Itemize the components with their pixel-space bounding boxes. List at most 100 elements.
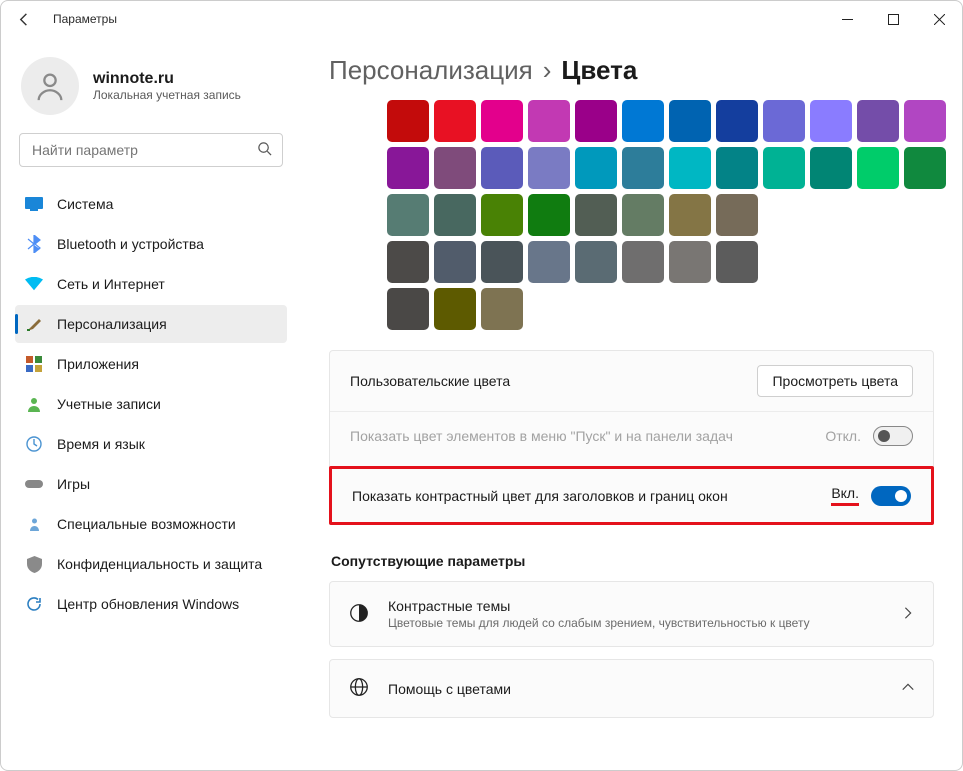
color-swatch[interactable]	[434, 147, 476, 189]
sidebar-item-label: Персонализация	[57, 316, 167, 332]
system-icon	[25, 195, 43, 213]
sidebar-item-label: Время и язык	[57, 436, 145, 452]
color-swatch[interactable]	[434, 194, 476, 236]
sidebar-item-label: Сеть и Интернет	[57, 276, 165, 292]
sidebar-item-windows-update[interactable]: Центр обновления Windows	[15, 585, 287, 623]
color-swatch[interactable]	[763, 147, 805, 189]
color-swatch[interactable]	[481, 100, 523, 142]
back-button[interactable]	[15, 10, 33, 28]
sidebar-item-person-arrows[interactable]: Специальные возможности	[15, 505, 287, 543]
titlebar-color-toggle[interactable]	[871, 486, 911, 506]
color-swatch[interactable]	[387, 241, 429, 283]
color-swatch[interactable]	[575, 100, 617, 142]
user-icon	[25, 395, 43, 413]
color-swatch[interactable]	[481, 241, 523, 283]
highlighted-setting: Показать контрастный цвет для заголовков…	[329, 466, 934, 525]
titlebar-color-label: Показать контрастный цвет для заголовков…	[352, 488, 815, 504]
nav: Система Bluetooth и устройства Сеть и Инте…	[15, 185, 287, 623]
person-arrows-icon	[25, 515, 43, 533]
breadcrumb-current: Цвета	[561, 55, 637, 86]
titlebar: Параметры	[1, 1, 962, 37]
help-colors-card[interactable]: Помощь с цветами	[329, 659, 934, 718]
color-swatch[interactable]	[528, 241, 570, 283]
user-card[interactable]: winnote.ru Локальная учетная запись	[15, 53, 287, 133]
chevron-up-icon	[901, 680, 915, 697]
color-swatch[interactable]	[716, 194, 758, 236]
color-swatch[interactable]	[904, 147, 946, 189]
contrast-title: Контрастные темы	[388, 598, 883, 614]
search-input[interactable]	[20, 142, 282, 158]
search-box[interactable]	[19, 133, 283, 167]
color-swatch[interactable]	[434, 100, 476, 142]
sidebar-item-label: Приложения	[57, 356, 139, 372]
minimize-button[interactable]	[824, 1, 870, 37]
sidebar-item-label: Система	[57, 196, 113, 212]
help-title: Помощь с цветами	[388, 681, 883, 697]
shield-icon	[25, 555, 43, 573]
color-swatch[interactable]	[528, 147, 570, 189]
color-swatch[interactable]	[481, 147, 523, 189]
color-swatch[interactable]	[716, 147, 758, 189]
sidebar-item-wifi[interactable]: Сеть и Интернет	[15, 265, 287, 303]
sidebar-item-brush[interactable]: Персонализация	[15, 305, 287, 343]
custom-colors-row: Пользовательские цвета Просмотреть цвета	[330, 351, 933, 411]
contrast-icon	[348, 602, 370, 627]
breadcrumb-parent[interactable]: Персонализация	[329, 55, 533, 86]
color-swatch[interactable]	[622, 194, 664, 236]
brush-icon	[25, 315, 43, 333]
sidebar-item-gamepad[interactable]: Игры	[15, 465, 287, 503]
sidebar-item-label: Bluetooth и устройства	[57, 236, 204, 252]
chevron-right-icon: ›	[543, 55, 552, 86]
color-swatch[interactable]	[904, 100, 946, 142]
contrast-themes-card[interactable]: Контрастные темы Цветовые темы для людей…	[329, 581, 934, 647]
window-controls	[824, 1, 962, 37]
sidebar-item-label: Специальные возможности	[57, 516, 236, 532]
color-swatch[interactable]	[622, 241, 664, 283]
color-swatch[interactable]	[387, 100, 429, 142]
sidebar-item-globe-clock[interactable]: Время и язык	[15, 425, 287, 463]
sidebar: winnote.ru Локальная учетная запись Сист…	[1, 37, 301, 770]
maximize-button[interactable]	[870, 1, 916, 37]
color-swatch[interactable]	[528, 194, 570, 236]
color-swatch[interactable]	[387, 147, 429, 189]
color-swatch[interactable]	[857, 100, 899, 142]
sidebar-item-apps[interactable]: Приложения	[15, 345, 287, 383]
color-swatch[interactable]	[622, 100, 664, 142]
windows-update-icon	[25, 595, 43, 613]
color-swatch[interactable]	[669, 241, 711, 283]
close-button[interactable]	[916, 1, 962, 37]
breadcrumb: Персонализация › Цвета	[329, 55, 934, 86]
color-swatch[interactable]	[716, 100, 758, 142]
color-swatch[interactable]	[575, 194, 617, 236]
gamepad-icon	[25, 475, 43, 493]
color-swatch[interactable]	[669, 147, 711, 189]
color-swatch[interactable]	[810, 147, 852, 189]
color-swatch[interactable]	[810, 100, 852, 142]
color-swatch[interactable]	[434, 288, 476, 330]
color-swatch[interactable]	[481, 194, 523, 236]
color-swatch[interactable]	[528, 100, 570, 142]
color-swatch[interactable]	[481, 288, 523, 330]
color-swatch[interactable]	[387, 288, 429, 330]
color-swatch[interactable]	[669, 100, 711, 142]
sidebar-item-bluetooth[interactable]: Bluetooth и устройства	[15, 225, 287, 263]
color-swatch[interactable]	[575, 241, 617, 283]
user-subtitle: Локальная учетная запись	[93, 88, 241, 102]
color-swatch[interactable]	[716, 241, 758, 283]
color-swatch[interactable]	[622, 147, 664, 189]
sidebar-item-user[interactable]: Учетные записи	[15, 385, 287, 423]
color-swatch[interactable]	[434, 241, 476, 283]
chevron-right-icon	[901, 606, 915, 623]
globe-icon	[348, 676, 370, 701]
view-colors-button[interactable]: Просмотреть цвета	[757, 365, 913, 397]
sidebar-item-shield[interactable]: Конфиденциальность и защита	[15, 545, 287, 583]
color-swatch[interactable]	[669, 194, 711, 236]
color-swatch[interactable]	[763, 100, 805, 142]
color-swatch[interactable]	[575, 147, 617, 189]
color-settings-block: Пользовательские цвета Просмотреть цвета…	[329, 350, 934, 525]
color-swatch[interactable]	[857, 147, 899, 189]
sidebar-item-system[interactable]: Система	[15, 185, 287, 223]
bluetooth-icon	[25, 235, 43, 253]
custom-colors-label: Пользовательские цвета	[350, 373, 741, 389]
color-swatch[interactable]	[387, 194, 429, 236]
